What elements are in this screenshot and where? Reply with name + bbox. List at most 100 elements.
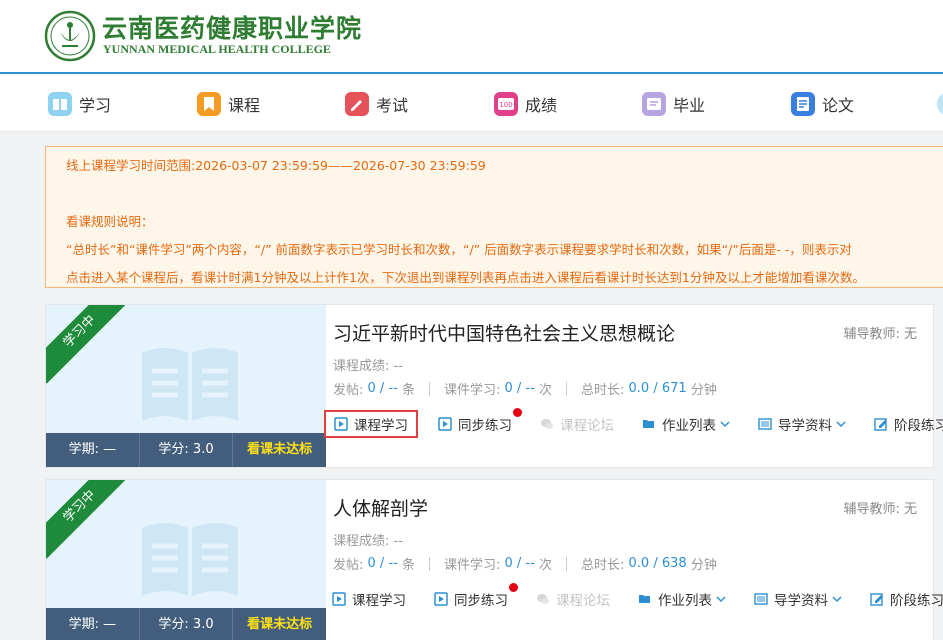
homework-list-label: 作业列表 bbox=[658, 593, 712, 609]
posts-value: 0 / -- bbox=[367, 381, 398, 396]
course-study-label: 课程学习 bbox=[354, 418, 408, 434]
course-forum-label: 课程论坛 bbox=[556, 593, 610, 609]
materials-dropdown[interactable]: 导学资料 bbox=[746, 585, 850, 613]
site-header: 云南医药健康职业学院 YUNNAN MEDICAL HEALTH COLLEGE bbox=[0, 0, 943, 72]
homework-list-dropdown[interactable]: 作业列表 bbox=[630, 585, 734, 613]
college-logo-icon[interactable] bbox=[44, 10, 96, 62]
video-status-label: 看课未达标 bbox=[247, 617, 313, 632]
nav-item-more[interactable] bbox=[937, 91, 943, 117]
edit-icon bbox=[870, 593, 883, 606]
status-ribbon: 学习中 bbox=[46, 305, 132, 384]
courseware-value: 0 / -- bbox=[504, 556, 535, 571]
chevron-down-icon bbox=[716, 596, 726, 603]
study-notice: 线上课程学习时间范围:2026-03-07 23:59:59——2026-07-… bbox=[45, 146, 943, 288]
sync-practice-label: 同步练习 bbox=[454, 593, 508, 609]
notification-dot bbox=[513, 408, 522, 417]
materials-label: 导学资料 bbox=[778, 418, 832, 434]
course-title[interactable]: 人体解剖学 bbox=[333, 494, 428, 521]
duration-value: 0.0 / 671 bbox=[628, 381, 687, 396]
courseware-value: 0 / -- bbox=[504, 381, 535, 396]
stage-practice-dropdown[interactable]: 阶段练习 bbox=[866, 410, 943, 438]
course-score: 课程成绩: -- bbox=[333, 359, 403, 374]
course-forum-button[interactable]: 课程论坛 bbox=[528, 585, 618, 613]
course-forum-label: 课程论坛 bbox=[560, 418, 614, 434]
nav-label: 考试 bbox=[376, 96, 409, 115]
course-forum-button[interactable]: 课程论坛 bbox=[532, 410, 622, 438]
credit-label: 学分: 3.0 bbox=[140, 608, 234, 640]
exam-icon bbox=[345, 92, 369, 116]
status-ribbon: 学习中 bbox=[46, 480, 132, 559]
list-icon bbox=[754, 593, 768, 605]
nav-item-course[interactable]: 课程 bbox=[197, 91, 260, 117]
nav-item-study[interactable]: 学习 bbox=[48, 91, 111, 117]
nav-item-exam[interactable]: 考试 bbox=[345, 91, 408, 117]
course-thumbnail[interactable]: 学习中 学期: — 学分: 3.0 看课未达标 bbox=[46, 305, 326, 467]
nav-label: 学习 bbox=[79, 96, 112, 115]
course-title[interactable]: 习近平新时代中国特色社会主义思想概论 bbox=[333, 319, 675, 346]
term-label: 学期: — bbox=[46, 433, 140, 467]
play-icon bbox=[434, 592, 448, 606]
course-card: 学习中 学期: — 学分: 3.0 看课未达标 人体解剖学 辅导教师: 无 课程… bbox=[45, 479, 943, 640]
notice-rule-2: 点击进入某个课程后，看课计时满1分钟及以上计作1次，下次退出到课程列表再点击进入… bbox=[66, 270, 865, 285]
more-icon bbox=[937, 92, 943, 116]
study-icon bbox=[48, 92, 72, 116]
posts-unit: 条 bbox=[401, 558, 415, 573]
course-stats: 发帖: 0 / -- 条 课件学习: 0 / -- 次 总时长: 0.0 / 6… bbox=[333, 379, 717, 398]
courseware-unit: 次 bbox=[538, 558, 552, 573]
chat-icon bbox=[537, 594, 549, 604]
posts-label: 发帖: bbox=[333, 558, 364, 573]
chevron-down-icon bbox=[832, 596, 842, 603]
stage-practice-dropdown[interactable]: 阶段练习 bbox=[862, 585, 943, 613]
nav-item-thesis[interactable]: 论文 bbox=[791, 91, 854, 117]
homework-list-label: 作业列表 bbox=[662, 418, 716, 434]
video-status-label: 看课未达标 bbox=[247, 442, 313, 457]
play-icon bbox=[332, 592, 346, 606]
sync-practice-button[interactable]: 同步练习 bbox=[430, 408, 522, 438]
course-actions: 课程学习 同步练习 课程论坛 作业列表 导学资料 阶段练习 bbox=[324, 583, 943, 614]
course-study-button[interactable]: 课程学习 bbox=[324, 585, 414, 613]
course-icon bbox=[197, 92, 221, 116]
nav-label: 毕业 bbox=[673, 96, 706, 115]
duration-unit: 分钟 bbox=[690, 383, 717, 398]
sync-practice-button[interactable]: 同步练习 bbox=[426, 583, 518, 613]
divider bbox=[429, 381, 430, 396]
nav-label: 成绩 bbox=[525, 96, 558, 115]
play-icon bbox=[334, 417, 348, 431]
duration-label: 总时长: bbox=[581, 383, 625, 398]
thesis-icon bbox=[791, 92, 815, 116]
nav-item-graduation[interactable]: 毕业 bbox=[642, 91, 705, 117]
course-study-button[interactable]: 课程学习 bbox=[324, 410, 418, 438]
book-icon bbox=[142, 523, 238, 596]
nav-label: 课程 bbox=[228, 96, 261, 115]
nav-item-grade[interactable]: 100 成绩 bbox=[494, 91, 557, 117]
materials-dropdown[interactable]: 导学资料 bbox=[750, 410, 854, 438]
course-thumbnail[interactable]: 学习中 学期: — 学分: 3.0 看课未达标 bbox=[46, 480, 326, 640]
term-bar: 学期: — 学分: 3.0 看课未达标 bbox=[46, 433, 326, 467]
graduation-icon bbox=[642, 92, 666, 116]
svg-text:100: 100 bbox=[499, 101, 512, 109]
chat-icon bbox=[541, 419, 553, 429]
school-name-cn: 云南医药健康职业学院 bbox=[102, 14, 363, 43]
duration-label: 总时长: bbox=[581, 558, 625, 573]
course-study-label: 课程学习 bbox=[352, 593, 406, 609]
list-icon bbox=[758, 418, 772, 430]
courseware-label: 课件学习: bbox=[444, 558, 501, 573]
course-score: 课程成绩: -- bbox=[333, 534, 403, 549]
book-icon bbox=[142, 348, 238, 421]
folder-icon bbox=[639, 595, 650, 603]
stage-practice-label: 阶段练习 bbox=[894, 418, 943, 434]
edit-icon bbox=[874, 418, 887, 431]
sync-practice-label: 同步练习 bbox=[458, 418, 512, 434]
divider bbox=[429, 556, 430, 571]
course-actions: 课程学习 同步练习 课程论坛 作业列表 导学资料 阶段练习 bbox=[324, 408, 943, 439]
nav-label: 论文 bbox=[822, 96, 855, 115]
grade-icon: 100 bbox=[494, 92, 518, 116]
notice-rule-1: “总时长”和“课件学习”两个内容，“/” 前面数字表示已学习时长和次数，“/” … bbox=[66, 242, 852, 257]
duration-value: 0.0 / 638 bbox=[628, 556, 687, 571]
chevron-down-icon bbox=[720, 421, 730, 428]
tutor-label: 辅导教师: 无 bbox=[843, 502, 917, 517]
homework-list-dropdown[interactable]: 作业列表 bbox=[634, 410, 738, 438]
course-stats: 发帖: 0 / -- 条 课件学习: 0 / -- 次 总时长: 0.0 / 6… bbox=[333, 554, 717, 573]
school-name-en: YUNNAN MEDICAL HEALTH COLLEGE bbox=[103, 42, 331, 56]
posts-label: 发帖: bbox=[333, 383, 364, 398]
